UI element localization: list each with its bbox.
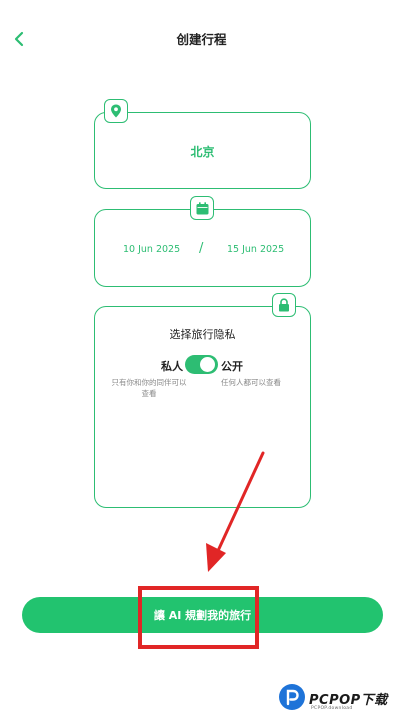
- calendar-icon: [196, 201, 208, 214]
- end-date[interactable]: 15 Jun 2025: [227, 244, 284, 255]
- public-description: 任何人都可以查看: [221, 378, 281, 387]
- page-title: 创建行程: [176, 32, 227, 47]
- calendar-badge: [190, 196, 214, 220]
- public-option-label[interactable]: 公开: [221, 358, 243, 374]
- lock-icon: [279, 298, 289, 312]
- destination-city: 北京: [190, 145, 215, 159]
- watermark-sub: PCPOP.download: [311, 706, 353, 711]
- private-option-label[interactable]: 私人: [161, 358, 183, 374]
- private-description: 只有你和你的同伴可以查看: [111, 378, 187, 398]
- top-bar: 创建行程: [0, 0, 403, 78]
- privacy-toggle[interactable]: [185, 355, 218, 374]
- location-badge: [104, 99, 128, 123]
- map-pin-icon: [111, 104, 121, 118]
- privacy-badge: [272, 293, 296, 317]
- toggle-knob: [200, 357, 215, 372]
- watermark: PCPOP下载 PCPOP.download: [279, 681, 401, 717]
- pcpop-logo-icon: [279, 684, 305, 710]
- date-separator: /: [199, 241, 204, 256]
- start-date[interactable]: 10 Jun 2025: [123, 244, 180, 255]
- privacy-title: 选择旅行隐私: [169, 328, 236, 341]
- plan-trip-button[interactable]: 讓 AI 規劃我的旅行: [22, 597, 383, 633]
